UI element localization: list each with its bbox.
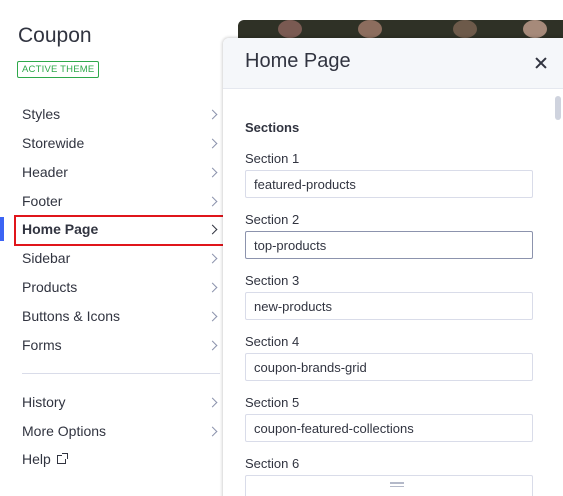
sidebar-item-label: History [22, 394, 66, 410]
sidebar-item-label: Products [22, 279, 78, 295]
section-6-input[interactable] [245, 475, 533, 496]
home-page-panel: Home Page Sections Section 1 Section 2 S… [223, 38, 563, 496]
sidebar-item-label: Header [22, 164, 68, 180]
chevron-right-icon [207, 397, 218, 407]
panel-title: Home Page [245, 50, 351, 72]
sidebar-item-label: Help [22, 451, 51, 467]
resize-handle[interactable] [390, 482, 404, 488]
scrollbar[interactable] [555, 96, 561, 120]
chevron-right-icon [207, 138, 218, 148]
sidebar-divider [22, 373, 220, 374]
sidebar-item-label: Footer [22, 193, 63, 209]
chevron-right-icon [207, 109, 218, 119]
preview-decoration [523, 20, 547, 38]
theme-sidebar: Coupon ACTIVE THEME Styles Storewide Hea… [0, 0, 229, 496]
chevron-right-icon [207, 282, 218, 292]
chevron-right-icon [207, 253, 218, 263]
section-2-input[interactable] [245, 231, 533, 259]
sidebar-item-products[interactable]: Products [22, 275, 220, 299]
sidebar-item-footer[interactable]: Footer [22, 189, 220, 213]
section-1-input[interactable] [245, 170, 533, 198]
sidebar-item-label: More Options [22, 423, 107, 439]
section-3-input[interactable] [245, 292, 533, 320]
sidebar-item-label: Forms [22, 337, 62, 353]
chevron-right-icon [207, 340, 218, 350]
sidebar-item-home-page[interactable]: Home Page [22, 217, 220, 241]
sidebar-item-sidebar[interactable]: Sidebar [22, 246, 220, 270]
section-2-label: Section 2 [245, 212, 300, 227]
sidebar-item-storewide[interactable]: Storewide [22, 131, 220, 155]
chevron-right-icon [207, 426, 218, 436]
sidebar-item-styles[interactable]: Styles [22, 102, 220, 126]
section-5-label: Section 5 [245, 395, 300, 410]
section-1-label: Section 1 [245, 151, 300, 166]
sidebar-item-help[interactable]: Help [22, 447, 220, 471]
theme-editor: Coupon ACTIVE THEME Styles Storewide Hea… [0, 0, 563, 496]
panel-header: Home Page [223, 38, 563, 89]
chevron-right-icon [207, 167, 218, 177]
sections-heading: Sections [245, 120, 300, 135]
sidebar-item-label: Styles [22, 106, 61, 122]
chevron-right-icon [207, 196, 218, 206]
preview-decoration [358, 20, 382, 38]
chevron-right-icon [207, 311, 218, 321]
sidebar-item-history[interactable]: History [22, 390, 220, 414]
section-4-label: Section 4 [245, 334, 300, 349]
sidebar-item-forms[interactable]: Forms [22, 333, 220, 357]
preview-decoration [278, 20, 302, 38]
chevron-right-icon [207, 224, 218, 234]
sidebar-item-label: Storewide [22, 135, 85, 151]
sidebar-item-label: Sidebar [22, 250, 71, 266]
section-3-label: Section 3 [245, 273, 300, 288]
sidebar-item-buttons-icons[interactable]: Buttons & Icons [22, 304, 220, 328]
active-theme-badge: ACTIVE THEME [17, 61, 100, 78]
section-4-input[interactable] [245, 353, 533, 381]
active-indicator [0, 217, 4, 241]
sidebar-item-label: Buttons & Icons [22, 308, 121, 324]
sidebar-item-label: Home Page [22, 221, 99, 237]
close-icon[interactable] [531, 53, 551, 73]
sidebar-item-header[interactable]: Header [22, 160, 220, 184]
preview-decoration [453, 20, 477, 38]
external-link-icon [56, 452, 68, 464]
theme-title: Coupon [18, 24, 92, 47]
section-6-label: Section 6 [245, 456, 300, 471]
section-5-input[interactable] [245, 414, 533, 442]
sidebar-item-more-options[interactable]: More Options [22, 419, 220, 443]
